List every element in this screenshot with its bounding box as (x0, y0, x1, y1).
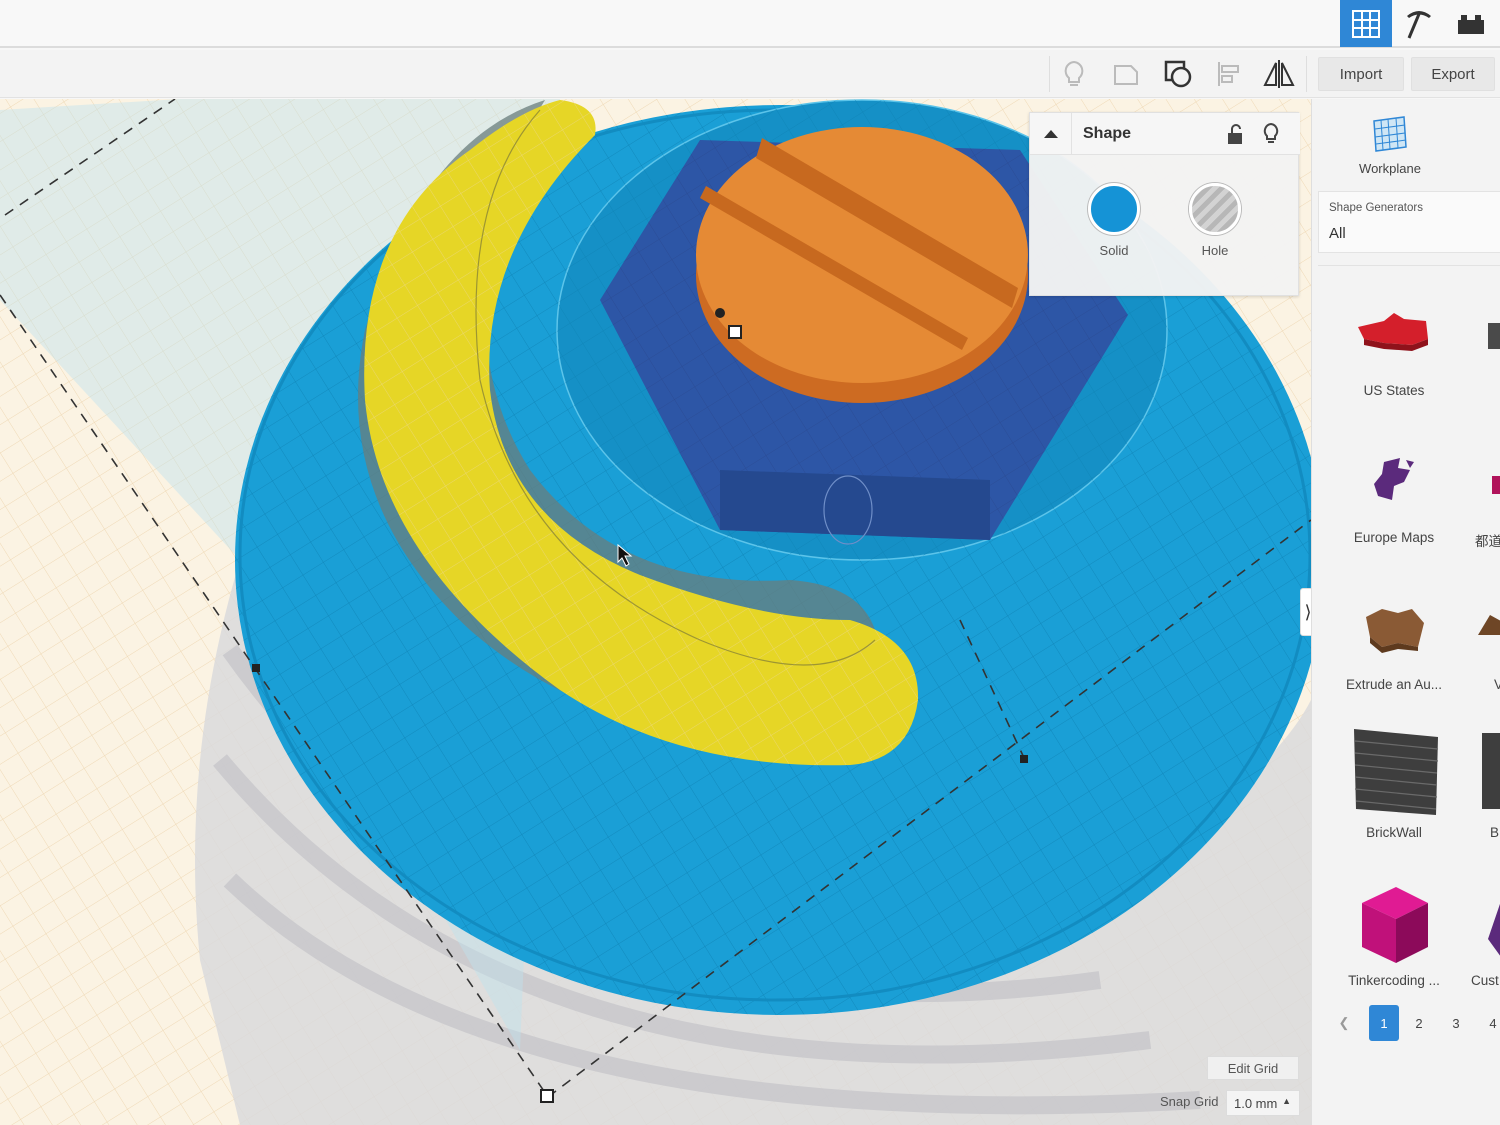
hole-swatch[interactable] (1189, 183, 1241, 235)
pagination: ❮ 1 2 3 4 (1312, 1005, 1500, 1045)
snap-grid-label: Snap Grid (1160, 1094, 1219, 1109)
shape-tinkercoding[interactable]: Tinkercoding ... (1334, 869, 1454, 999)
grid-view-icon (1352, 9, 1380, 38)
workplane-button[interactable]: Workplane (1342, 109, 1438, 183)
snap-grid-select[interactable]: 1.0 mm ▲ (1226, 1090, 1300, 1116)
snap-grid-value: 1.0 mm (1234, 1095, 1278, 1111)
workplane-icon (1373, 116, 1407, 152)
group-button[interactable] (1104, 56, 1148, 92)
shape-label: US States (1363, 383, 1425, 398)
shape-label: Extrude an Au... (1345, 677, 1443, 692)
shape-generators-title: Shape Generators (1329, 202, 1423, 214)
edit-grid-button[interactable]: Edit Grid (1207, 1056, 1299, 1080)
toolbar: Import Export (0, 50, 1500, 98)
hide-button[interactable] (1259, 122, 1283, 146)
page-3-button[interactable]: 3 (1441, 1005, 1471, 1041)
lock-button[interactable] (1223, 122, 1247, 146)
bricks-mode-button[interactable] (1445, 0, 1497, 47)
shape-thumbnail-icon (1478, 615, 1500, 635)
shape-europe-maps[interactable]: Europe Maps (1334, 442, 1454, 572)
shape-extrude[interactable]: Extrude an Au... (1334, 589, 1454, 719)
toolbar-divider (1306, 56, 1307, 92)
blocks-mode-button[interactable] (1393, 0, 1445, 47)
page-1-button[interactable]: 1 (1369, 1005, 1399, 1041)
brickwall-shape-icon (1354, 729, 1439, 815)
lightbulb-icon (1064, 60, 1084, 86)
inspector-title: Shape (1083, 125, 1132, 142)
caret-up-icon (1043, 130, 1058, 138)
shape-label: B (1490, 825, 1500, 840)
panel-divider (1318, 265, 1500, 266)
inspector-header: Shape (1030, 113, 1300, 155)
shape-label: V (1494, 677, 1500, 692)
shape-partial[interactable]: Cust (1471, 869, 1500, 999)
prev-page-button[interactable]: ❮ (1329, 1005, 1359, 1041)
shape-partial[interactable]: V (1472, 589, 1500, 719)
mirror-icon (1263, 60, 1295, 88)
shape-inspector-panel: Shape Solid Hole (1029, 112, 1300, 296)
export-button[interactable]: Export (1411, 57, 1495, 91)
shape-thumbnail-icon (1482, 733, 1500, 809)
shape-label: 都道 (1475, 534, 1500, 549)
shape-label: Europe Maps (1353, 530, 1435, 545)
pickaxe-icon (1407, 10, 1431, 39)
align-icon (1218, 62, 1239, 86)
3d-design-mode-button[interactable] (1340, 0, 1392, 47)
shape-brickwall[interactable]: BrickWall (1334, 721, 1454, 851)
unlock-icon (1228, 124, 1242, 144)
ungroup-button[interactable] (1156, 56, 1200, 92)
shape-partial[interactable]: B (1472, 721, 1500, 851)
shape-label: Tinkercoding ... (1348, 973, 1440, 988)
shape-label: Cust (1471, 973, 1499, 988)
brick-icon (1458, 14, 1484, 34)
lightbulb-icon (1263, 123, 1279, 143)
ungroup-icon (1164, 60, 1192, 88)
shape-partial[interactable]: 都道 (1472, 442, 1500, 572)
shapes-panel: Workplane Shape Generators All US States… (1311, 99, 1500, 1125)
shape-thumbnail-icon (1488, 323, 1500, 349)
europe-map-shape-icon (1374, 458, 1414, 500)
tinkercoding-shape-icon (1362, 887, 1428, 963)
shape-partial[interactable] (1476, 295, 1500, 425)
workplane-label: Workplane (1359, 161, 1421, 176)
show-hidden-button[interactable] (1052, 56, 1096, 92)
align-button[interactable] (1207, 56, 1251, 92)
shape-thumbnail-icon (1492, 476, 1500, 494)
shape-generators-select[interactable]: Shape Generators All (1318, 191, 1500, 253)
shape-us-states[interactable]: US States (1334, 295, 1454, 425)
chevron-left-icon: ❮ (1338, 1015, 1350, 1030)
hole-label: Hole (1201, 243, 1229, 258)
shape-thumbnail-icon (1488, 903, 1500, 956)
top-bar (0, 0, 1500, 48)
shape-label: BrickWall (1366, 825, 1422, 840)
page-4-button[interactable]: 4 (1478, 1005, 1500, 1041)
shape-generators-value: All (1329, 225, 1346, 242)
import-button[interactable]: Import (1318, 57, 1404, 91)
caret-up-icon: ▲ (1282, 1096, 1291, 1106)
extrude-shape-icon (1366, 609, 1424, 653)
mirror-button[interactable] (1257, 56, 1301, 92)
page-2-button[interactable]: 2 (1404, 1005, 1434, 1041)
inspector-collapse-button[interactable] (1030, 113, 1072, 155)
toolbar-divider (1049, 56, 1050, 92)
solid-label: Solid (1099, 243, 1129, 258)
us-states-shape-icon (1358, 313, 1428, 351)
group-icon (1114, 65, 1138, 85)
solid-color-swatch[interactable] (1088, 183, 1140, 235)
